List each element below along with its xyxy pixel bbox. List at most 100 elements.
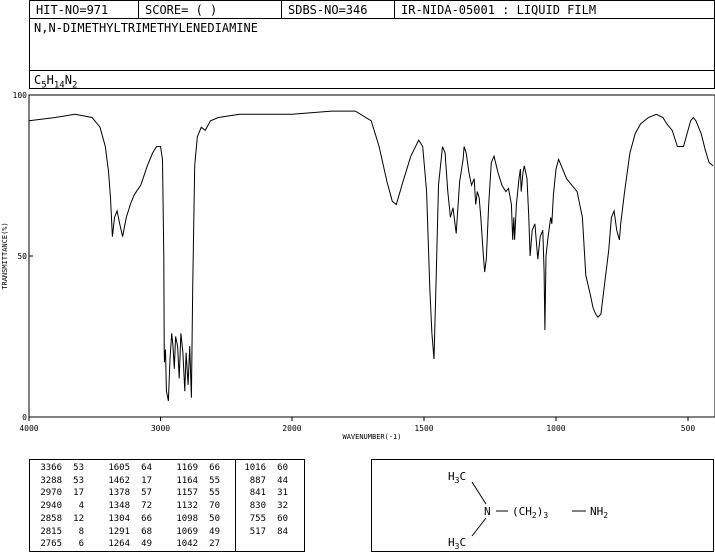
peak-row: 1304 66 <box>100 513 152 526</box>
peak-row: 2940 4 <box>32 500 84 513</box>
peak-wavenumber: 1264 <box>108 539 130 550</box>
nitrogen-atom: N <box>484 505 491 518</box>
peak-transmittance: 57 <box>141 488 152 499</box>
peak-wavenumber: 1132 <box>176 501 198 512</box>
peak-transmittance: 66 <box>141 513 152 524</box>
peak-wavenumber: 3288 <box>40 475 62 486</box>
peak-wavenumber: 1605 <box>108 463 130 473</box>
peak-wavenumber: 3366 <box>40 463 62 473</box>
peak-row: 2970 17 <box>32 487 84 500</box>
peak-transmittance: 55 <box>209 475 220 486</box>
bond <box>471 517 487 537</box>
peak-table: 3366 53 3288 53 2970 17 2940 4 2858 12 2815 8 2765 6 … <box>29 459 305 552</box>
plot-frame <box>28 94 715 418</box>
peak-wavenumber: 2970 <box>40 488 62 499</box>
peak-table-divider <box>235 460 236 551</box>
peak-row: 517 84 <box>236 526 288 539</box>
peak-wavenumber: 1016 <box>244 463 266 473</box>
peak-transmittance: 17 <box>73 488 84 499</box>
methyl-bottom: H3C <box>448 536 466 551</box>
ir-spectrum-chart: 0 50 100 4000 3000 2000 1500 1000 500 WAVENUMBE… <box>1 91 715 441</box>
peak-wavenumber: 830 <box>249 501 266 512</box>
y-axis-label: TRANSMITTANCE(%) <box>1 222 9 289</box>
x-axis-label: WAVENUMBER(-1) <box>342 433 401 441</box>
peak-wavenumber: 2858 <box>40 513 62 524</box>
x-tick-label: 4000 <box>19 424 38 433</box>
peak-transmittance: 4 <box>78 501 84 512</box>
peak-column: 1016 60 887 44 841 31 830 32 755 60 517 84 <box>236 462 288 538</box>
peak-row: 1069 49 <box>168 526 220 539</box>
peak-wavenumber: 1348 <box>108 501 130 512</box>
peak-wavenumber: 1098 <box>176 513 198 524</box>
peak-row: 1462 17 <box>100 475 152 488</box>
peak-transmittance: 55 <box>209 488 220 499</box>
x-axis: 4000 3000 2000 1500 1000 500 <box>19 417 695 433</box>
peak-wavenumber: 755 <box>249 513 266 524</box>
peak-transmittance: 31 <box>277 488 288 499</box>
x-tick-label: 1000 <box>546 424 565 433</box>
peak-wavenumber: 2765 <box>40 539 62 550</box>
x-tick-label: 3000 <box>151 424 170 433</box>
peak-row: 1291 68 <box>100 526 152 539</box>
peak-wavenumber: 887 <box>249 475 266 486</box>
peak-transmittance: 53 <box>73 463 84 473</box>
peak-transmittance: 49 <box>209 526 220 537</box>
amine-group: NH2 <box>590 505 608 520</box>
x-tick-label: 1500 <box>414 424 433 433</box>
peak-wavenumber: 2940 <box>40 501 62 512</box>
peak-transmittance: 27 <box>209 539 220 550</box>
bond <box>471 481 487 505</box>
peak-wavenumber: 1157 <box>176 488 198 499</box>
peak-wavenumber: 841 <box>249 488 266 499</box>
peak-row: 1098 50 <box>168 513 220 526</box>
methylene-chain: (CH2)3 <box>512 505 548 520</box>
peak-column: 1169 66 1164 55 1157 55 1132 70 1098 50 1069 49 1042… <box>168 462 220 551</box>
peak-transmittance: 70 <box>209 501 220 512</box>
y-tick-label: 100 <box>13 91 28 100</box>
peak-transmittance: 66 <box>209 463 220 473</box>
peak-wavenumber: 1169 <box>176 463 198 473</box>
peak-row: 1605 64 <box>100 462 152 475</box>
peak-row: 1348 72 <box>100 500 152 513</box>
peak-row: 755 60 <box>236 513 288 526</box>
peak-row: 1264 49 <box>100 538 152 551</box>
structure-box: H3C N H3C (CH2)3 NH2 <box>371 459 714 552</box>
peak-transmittance: 8 <box>78 526 84 537</box>
peak-row: 1164 55 <box>168 475 220 488</box>
peak-wavenumber: 1304 <box>108 513 130 524</box>
peak-row: 830 32 <box>236 500 288 513</box>
peak-row: 1169 66 <box>168 462 220 475</box>
peak-row: 3366 53 <box>32 462 84 475</box>
peak-row: 2815 8 <box>32 526 84 539</box>
peak-wavenumber: 1291 <box>108 526 130 537</box>
peak-row: 1157 55 <box>168 487 220 500</box>
peak-wavenumber: 1462 <box>108 475 130 486</box>
peak-wavenumber: 517 <box>249 526 266 537</box>
y-axis: 0 50 100 <box>13 91 33 422</box>
y-tick-label: 0 <box>22 413 27 422</box>
peak-transmittance: 6 <box>78 539 84 550</box>
peak-row: 1042 27 <box>168 538 220 551</box>
peak-transmittance: 44 <box>277 475 288 486</box>
peak-transmittance: 12 <box>73 513 84 524</box>
peak-wavenumber: 1042 <box>176 539 198 550</box>
peak-row: 1132 70 <box>168 500 220 513</box>
peak-transmittance: 60 <box>277 513 288 524</box>
y-tick-label: 50 <box>17 252 27 261</box>
x-tick-label: 500 <box>681 424 696 433</box>
peak-row: 3288 53 <box>32 475 84 488</box>
peak-transmittance: 17 <box>141 475 152 486</box>
x-tick-label: 2000 <box>282 424 301 433</box>
peak-transmittance: 68 <box>141 526 152 537</box>
peak-transmittance: 60 <box>277 463 288 473</box>
spectrum-line <box>28 110 714 402</box>
peak-wavenumber: 1164 <box>176 475 198 486</box>
methyl-top: H3C <box>448 470 466 485</box>
peak-transmittance: 49 <box>141 539 152 550</box>
structure-diagram: H3C N H3C (CH2)3 NH2 <box>448 470 608 551</box>
peak-column: 3366 53 3288 53 2970 17 2940 4 2858 12 2815 8 2765 6 <box>32 462 84 551</box>
peak-transmittance: 72 <box>141 501 152 512</box>
peak-transmittance: 84 <box>277 526 288 537</box>
peak-wavenumber: 2815 <box>40 526 62 537</box>
peak-wavenumber: 1069 <box>176 526 198 537</box>
